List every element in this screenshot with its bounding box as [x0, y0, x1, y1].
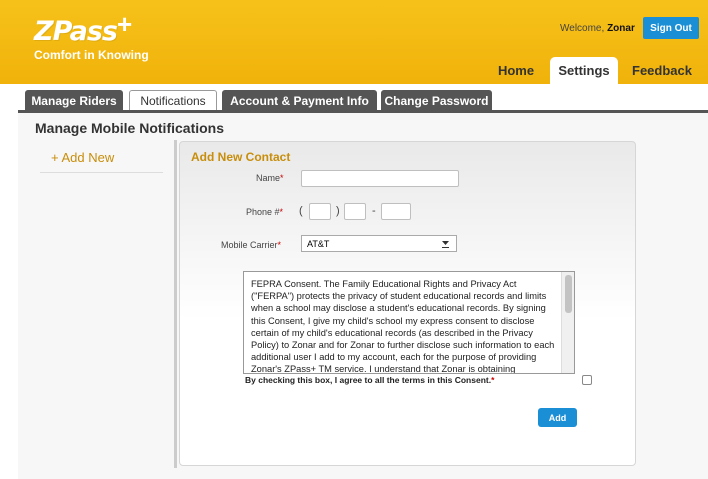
consent-checkbox[interactable] — [582, 375, 592, 385]
welcome-prefix: Welcome, — [560, 23, 608, 34]
nav-home[interactable]: Home — [486, 57, 546, 84]
dropdown-arrow-icon[interactable] — [441, 238, 450, 249]
required-mark: * — [279, 207, 284, 217]
required-mark: * — [280, 173, 284, 183]
phone-prefix-input[interactable] — [344, 203, 366, 220]
add-new-link[interactable]: + Add New — [51, 150, 114, 165]
mobile-carrier-select[interactable]: AT&T — [301, 235, 457, 252]
phone-line-input[interactable] — [381, 203, 411, 220]
agree-text: By checking this box, I agree to all the… — [245, 375, 492, 385]
phone-label-text: Phone # — [246, 207, 280, 217]
carrier-label: Mobile Carrier* — [221, 240, 281, 250]
name-label-text: Name — [256, 173, 281, 183]
tab-manage-riders[interactable]: Manage Riders — [25, 90, 123, 111]
consent-text: FEPRA Consent. The Family Educational Ri… — [251, 279, 555, 374]
tab-change-password[interactable]: Change Password — [381, 90, 492, 111]
carrier-selected-value: AT&T — [307, 238, 330, 249]
phone-label: Phone #* — [246, 207, 283, 217]
tab-notifications[interactable]: Notifications — [129, 90, 217, 111]
sidebar-separator — [174, 140, 177, 468]
tab-account-payment[interactable]: Account & Payment Info — [222, 90, 377, 111]
logo-text: ZPass — [34, 16, 118, 47]
phone-area-code-input[interactable] — [309, 203, 331, 220]
sign-out-button[interactable]: Sign Out — [643, 17, 699, 39]
phone-close-paren: ) — [336, 205, 340, 217]
name-label: Name* — [256, 173, 284, 183]
consent-scrollbar[interactable] — [561, 272, 574, 373]
add-contact-button[interactable]: Add — [538, 408, 577, 427]
name-input[interactable] — [301, 170, 459, 187]
required-mark: * — [491, 375, 495, 385]
logo-tagline: Comfort in Knowing — [34, 48, 149, 62]
consent-textbox[interactable]: FEPRA Consent. The Family Educational Ri… — [243, 271, 575, 374]
welcome-message: Welcome, Zonar — [560, 23, 635, 34]
nav-feedback[interactable]: Feedback — [622, 57, 702, 84]
welcome-username: Zonar — [607, 23, 635, 34]
sidebar-divider — [40, 172, 163, 173]
phone-dash: - — [372, 205, 376, 217]
required-mark: * — [277, 240, 282, 250]
settings-tab-bar: Manage Riders Notifications Account & Pa… — [18, 84, 708, 111]
scrollbar-thumb[interactable] — [565, 275, 572, 313]
carrier-label-text: Mobile Carrier — [221, 240, 278, 250]
zpass-logo[interactable]: ZPass + Comfort in Knowing — [34, 9, 164, 64]
consent-agreement-label: By checking this box, I agree to all the… — [245, 375, 494, 385]
nav-settings[interactable]: Settings — [550, 57, 618, 84]
logo-plus-icon: + — [117, 9, 133, 39]
page-title: Manage Mobile Notifications — [35, 120, 225, 136]
form-title: Add New Contact — [191, 150, 291, 164]
phone-open-paren: ( — [299, 205, 303, 217]
